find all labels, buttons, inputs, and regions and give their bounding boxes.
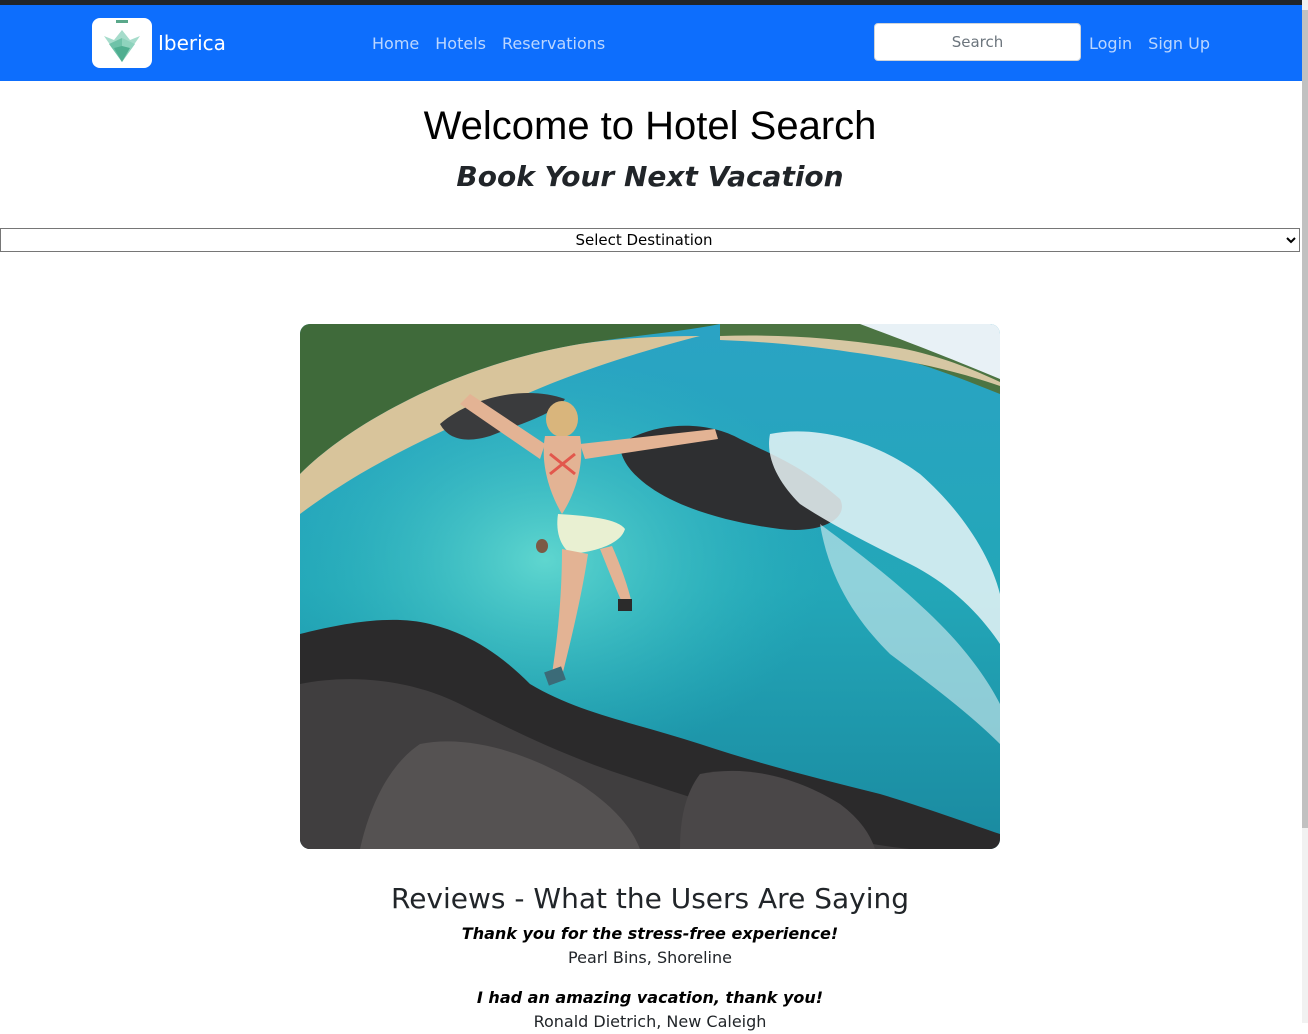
signup-link[interactable]: Sign Up: [1140, 34, 1218, 53]
auth-nav: Login Sign Up: [1081, 34, 1218, 53]
folded-book-logo-icon: [92, 18, 152, 68]
brand-name: Iberica: [158, 31, 226, 55]
main-nav: Home Hotels Reservations: [364, 34, 613, 53]
review-author: Pearl Bins, Shoreline: [568, 948, 732, 967]
reviews-title: Reviews - What the Users Are Saying: [391, 882, 909, 915]
nav-link-reservations[interactable]: Reservations: [494, 34, 613, 53]
top-navbar: Iberica Home Hotels Reservations Login S…: [0, 5, 1302, 81]
nav-link-home[interactable]: Home: [364, 34, 427, 53]
nav-link-hotels[interactable]: Hotels: [427, 34, 494, 53]
page-title: Welcome to Hotel Search: [423, 104, 877, 148]
review-quote: Thank you for the stress-free experience…: [461, 924, 839, 943]
review-item: I had an amazing vacation, thank you! Ro…: [0, 986, 1300, 1034]
review-item: Thank you for the stress-free experience…: [0, 922, 1300, 970]
page-subtitle: Book Your Next Vacation: [456, 160, 844, 193]
hero-image: [300, 324, 1000, 849]
page-scrollbar[interactable]: [1302, 0, 1308, 1023]
brand[interactable]: Iberica: [92, 18, 226, 68]
scrollbar-thumb[interactable]: [1302, 10, 1308, 828]
review-author: Ronald Dietrich, New Caleigh: [533, 1012, 767, 1031]
login-link[interactable]: Login: [1081, 34, 1140, 53]
review-quote: I had an amazing vacation, thank you!: [476, 988, 824, 1007]
destination-select[interactable]: Select Destination: [0, 228, 1300, 252]
search-input[interactable]: [874, 23, 1081, 61]
